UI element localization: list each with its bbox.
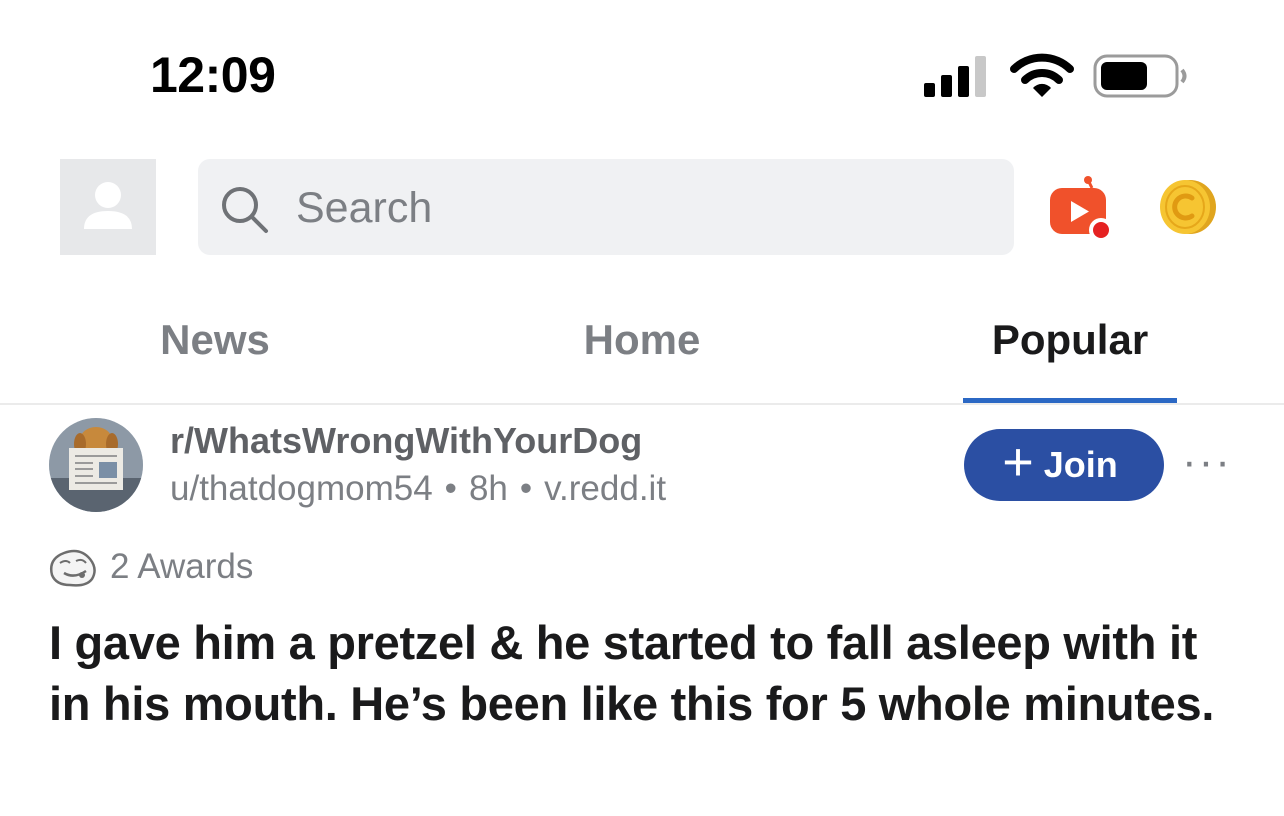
user-avatar-button[interactable]	[60, 159, 156, 255]
join-button[interactable]: + Join	[964, 429, 1164, 501]
post-meta: u/thatdogmom54 • 8h • v.redd.it	[170, 469, 666, 509]
post-title[interactable]: I gave him a pretzel & he started to fal…	[49, 612, 1249, 734]
status-time: 12:09	[150, 47, 276, 103]
award-icon	[50, 549, 96, 587]
tab-divider	[0, 403, 1284, 405]
user-avatar-icon	[84, 182, 132, 229]
awards-count[interactable]: 2 Awards	[110, 547, 253, 587]
tab-home[interactable]: Home	[560, 316, 724, 364]
dog-reading-newspaper-icon	[49, 418, 143, 512]
tab-popular[interactable]: Popular	[963, 316, 1177, 364]
post-domain[interactable]: v.redd.it	[544, 469, 666, 508]
coins-icon[interactable]	[1156, 178, 1218, 236]
more-icon[interactable]: ···	[1182, 440, 1232, 484]
meta-separator: •	[519, 469, 533, 508]
post-age: 8h	[468, 469, 508, 508]
signal-icon	[924, 56, 986, 97]
reddit-live-icon[interactable]	[1046, 174, 1118, 246]
wifi-icon	[1010, 53, 1074, 97]
tab-news[interactable]: News	[140, 316, 290, 364]
plus-icon: +	[1002, 432, 1034, 492]
search-bar[interactable]	[198, 159, 1014, 255]
meta-separator: •	[444, 469, 457, 508]
join-label: Join	[1043, 444, 1118, 485]
search-icon	[222, 187, 268, 233]
post-author[interactable]: u/thatdogmom54	[170, 469, 433, 508]
battery-icon	[1093, 54, 1187, 98]
subreddit-name[interactable]: r/WhatsWrongWithYourDog	[170, 420, 642, 462]
search-input[interactable]	[294, 175, 978, 241]
subreddit-avatar[interactable]	[49, 418, 143, 512]
